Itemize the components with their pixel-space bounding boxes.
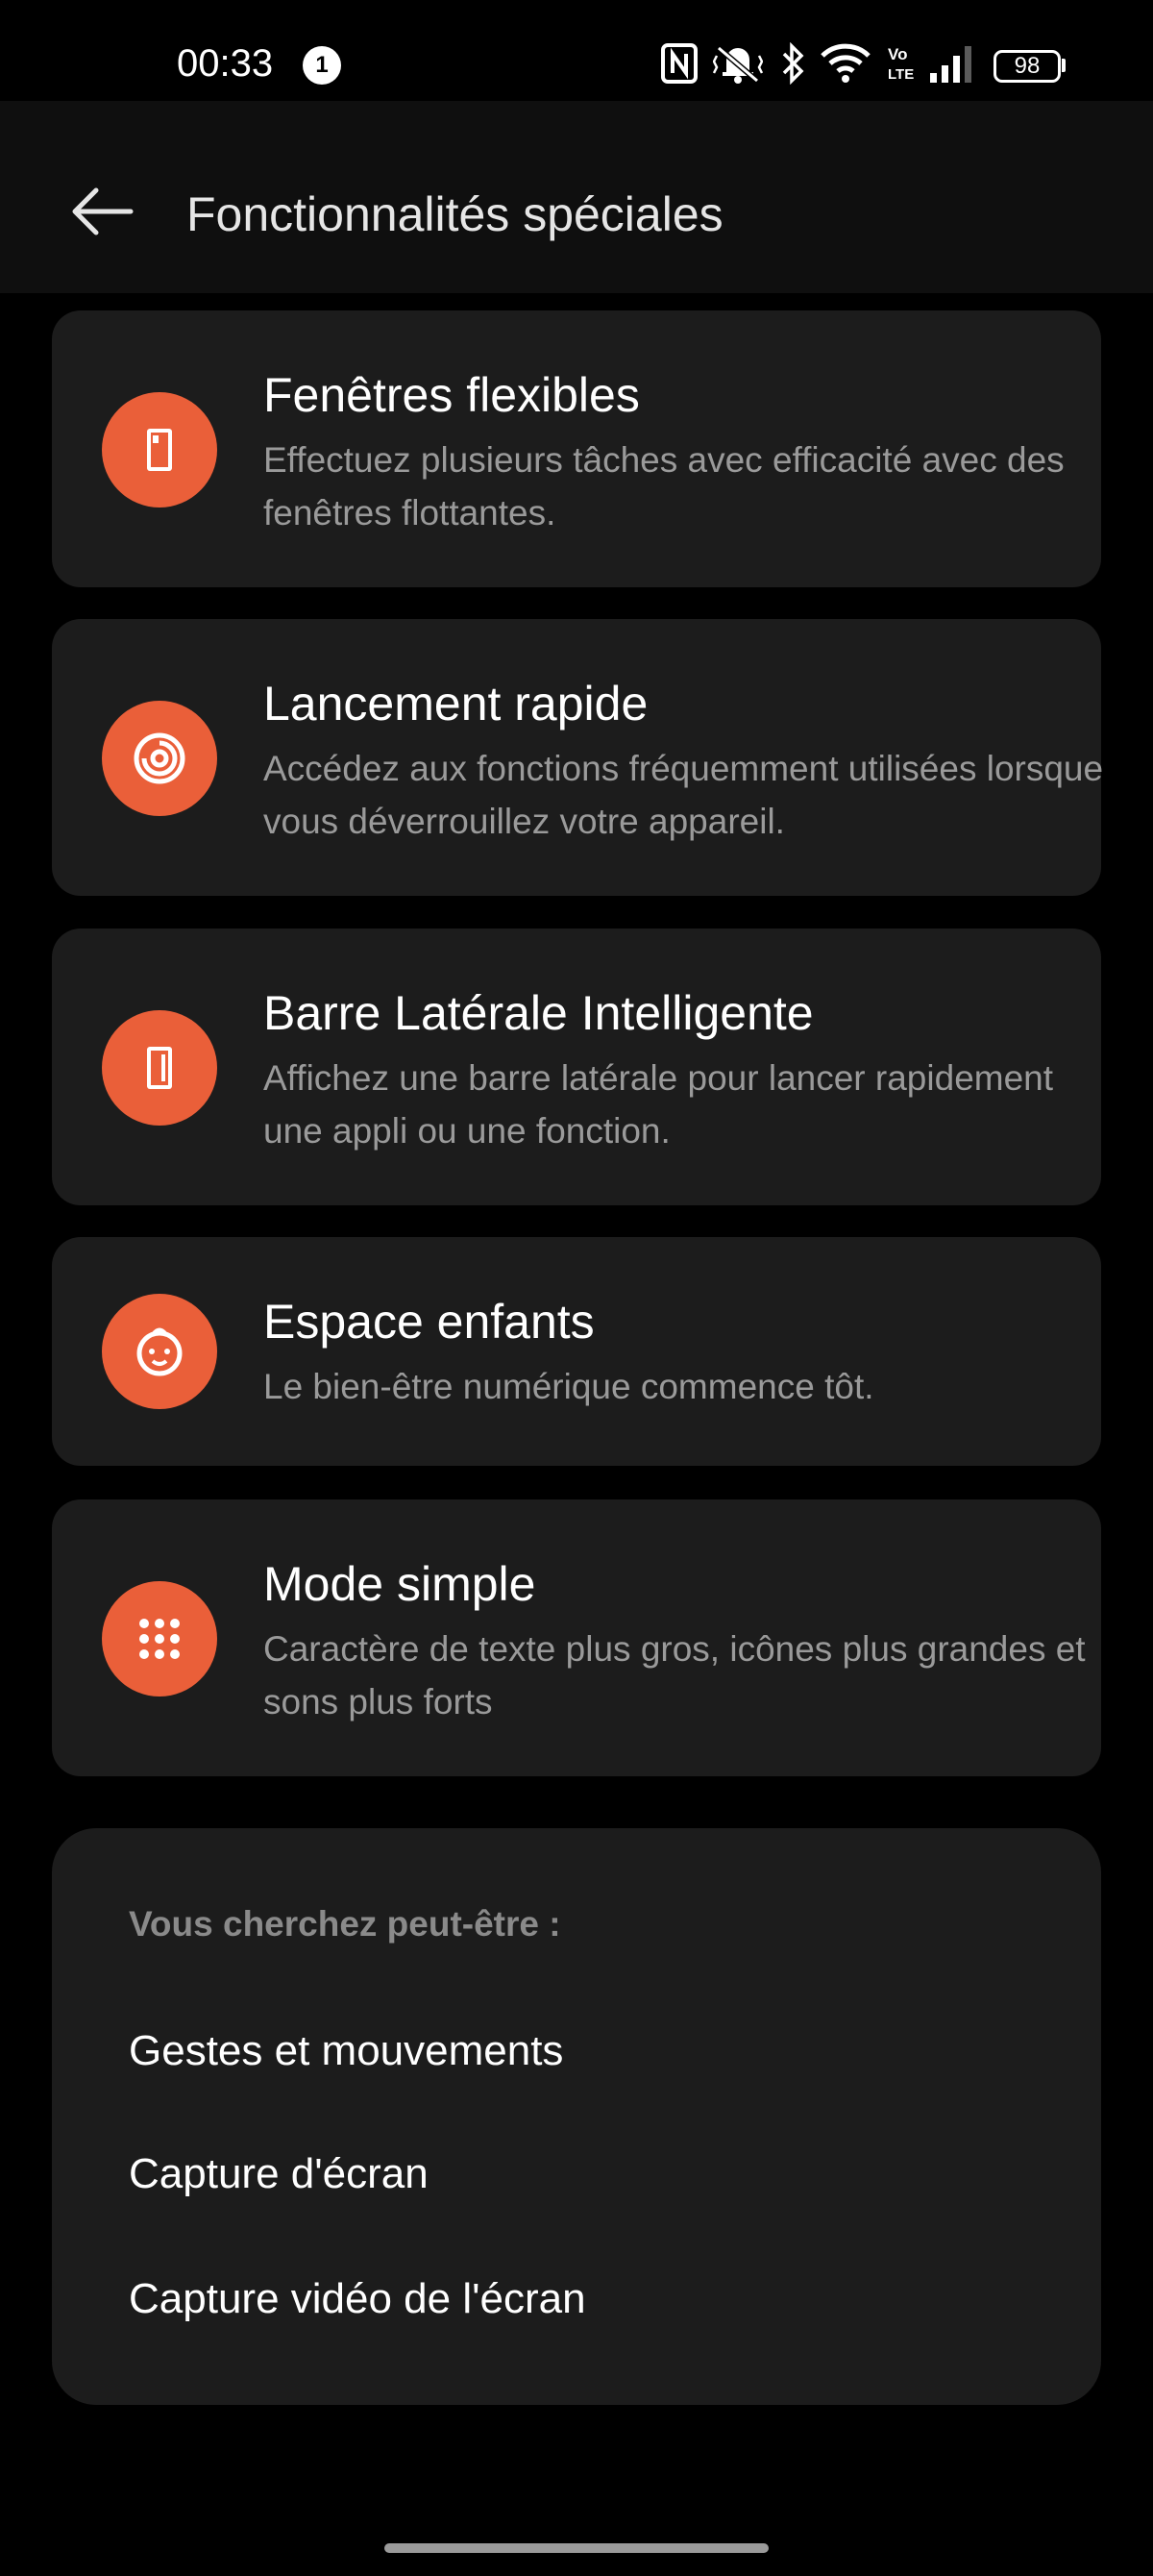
feature-description: Caractère de texte plus gros, icônes plu… (263, 1629, 1086, 1721)
sidebar-icon (102, 1010, 217, 1126)
feature-card-simple-mode[interactable]: Mode simple Caractère de texte plus gros… (52, 1499, 1101, 1776)
suggestions-header: Vous cherchez peut-être : (129, 1904, 561, 1944)
feature-card-smart-sidebar[interactable]: Barre Latérale Intelligente Affichez une… (52, 929, 1101, 1205)
suggestions-panel: Vous cherchez peut-être : Gestes et mouv… (52, 1828, 1101, 2405)
nfc-icon (661, 43, 698, 84)
feature-title: Fenêtres flexibles (263, 368, 640, 422)
wifi-icon (821, 43, 871, 83)
feature-title: Lancement rapide (263, 677, 649, 731)
quick-launch-icon (102, 701, 217, 816)
suggestion-link-screenshot[interactable]: Capture d'écran (129, 2147, 429, 2201)
back-button[interactable] (58, 168, 144, 255)
feature-title: Barre Latérale Intelligente (263, 986, 814, 1040)
notification-count-badge: 1 (303, 46, 341, 85)
status-time: 00:33 (177, 42, 274, 85)
feature-card-quick-launch[interactable]: Lancement rapide Accédez aux fonctions f… (52, 619, 1103, 896)
dots-grid-icon (102, 1581, 217, 1697)
feature-description: Accédez aux fonctions fréquemment utilis… (263, 749, 1104, 841)
child-face-icon (102, 1294, 217, 1409)
home-indicator[interactable] (384, 2543, 769, 2553)
suggestion-link-screen-recording[interactable]: Capture vidéo de l'écran (129, 2272, 586, 2326)
bluetooth-icon (782, 42, 804, 85)
floating-window-icon (102, 392, 217, 508)
volte-icon: Vo LTE (888, 45, 914, 83)
battery-tip (1062, 59, 1066, 72)
status-bar: 00:33 1 Vo LTE 98 (0, 0, 1153, 101)
feature-title: Espace enfants (263, 1295, 595, 1349)
feature-description: Affichez une barre latérale pour lancer … (263, 1058, 1054, 1151)
vibrate-mute-icon (713, 45, 763, 84)
svg-text:Vo: Vo (888, 45, 907, 63)
feature-title: Mode simple (263, 1557, 536, 1611)
app-bar: Fonctionnalités spéciales (0, 101, 1153, 293)
feature-description: Effectuez plusieurs tâches avec efficaci… (263, 440, 1065, 533)
feature-card-kids-space[interactable]: Espace enfants Le bien-être numérique co… (52, 1237, 1101, 1466)
suggestion-link-gestures[interactable]: Gestes et mouvements (129, 2024, 563, 2078)
battery-icon: 98 (994, 50, 1061, 83)
arrow-left-icon (72, 187, 134, 235)
feature-description: Le bien-être numérique commence tôt. (263, 1367, 874, 1406)
svg-text:LTE: LTE (888, 66, 914, 83)
feature-card-flexible-windows[interactable]: Fenêtres flexibles Effectuez plusieurs t… (52, 310, 1101, 587)
signal-icon (930, 46, 971, 83)
page-title: Fonctionnalités spéciales (186, 187, 724, 241)
